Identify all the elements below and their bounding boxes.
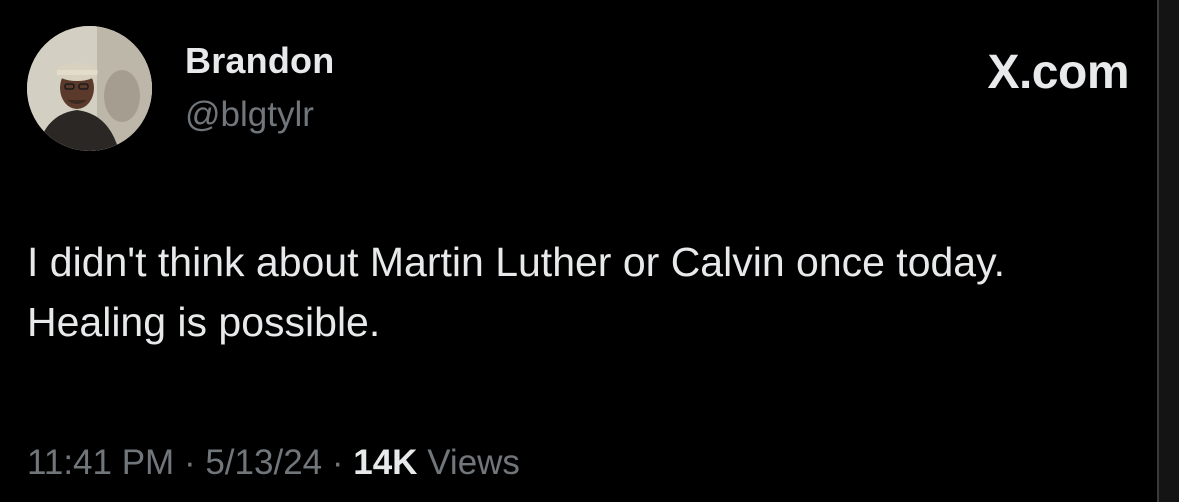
author-handle[interactable]: @blgtylr bbox=[185, 95, 314, 135]
meta-separator: · bbox=[183, 443, 196, 482]
author-name[interactable]: Brandon bbox=[185, 40, 334, 82]
meta-separator: · bbox=[331, 443, 344, 482]
tweet-card: Brandon @blgtylr X.com I didn't think ab… bbox=[0, 0, 1179, 502]
avatar-photo bbox=[27, 26, 152, 151]
tweet-meta: 11:41 PM · 5/13/24 · 14K Views bbox=[27, 443, 520, 483]
views-label: Views bbox=[427, 443, 520, 482]
author-avatar[interactable] bbox=[27, 26, 152, 151]
views-count: 14K bbox=[353, 443, 418, 482]
brand-logo: X.com bbox=[987, 46, 1129, 99]
tweet-time[interactable]: 11:41 PM bbox=[27, 443, 174, 482]
window-edge bbox=[1157, 0, 1179, 502]
tweet-date[interactable]: 5/13/24 bbox=[205, 443, 322, 482]
tweet-text: I didn't think about Martin Luther or Ca… bbox=[27, 239, 1005, 345]
